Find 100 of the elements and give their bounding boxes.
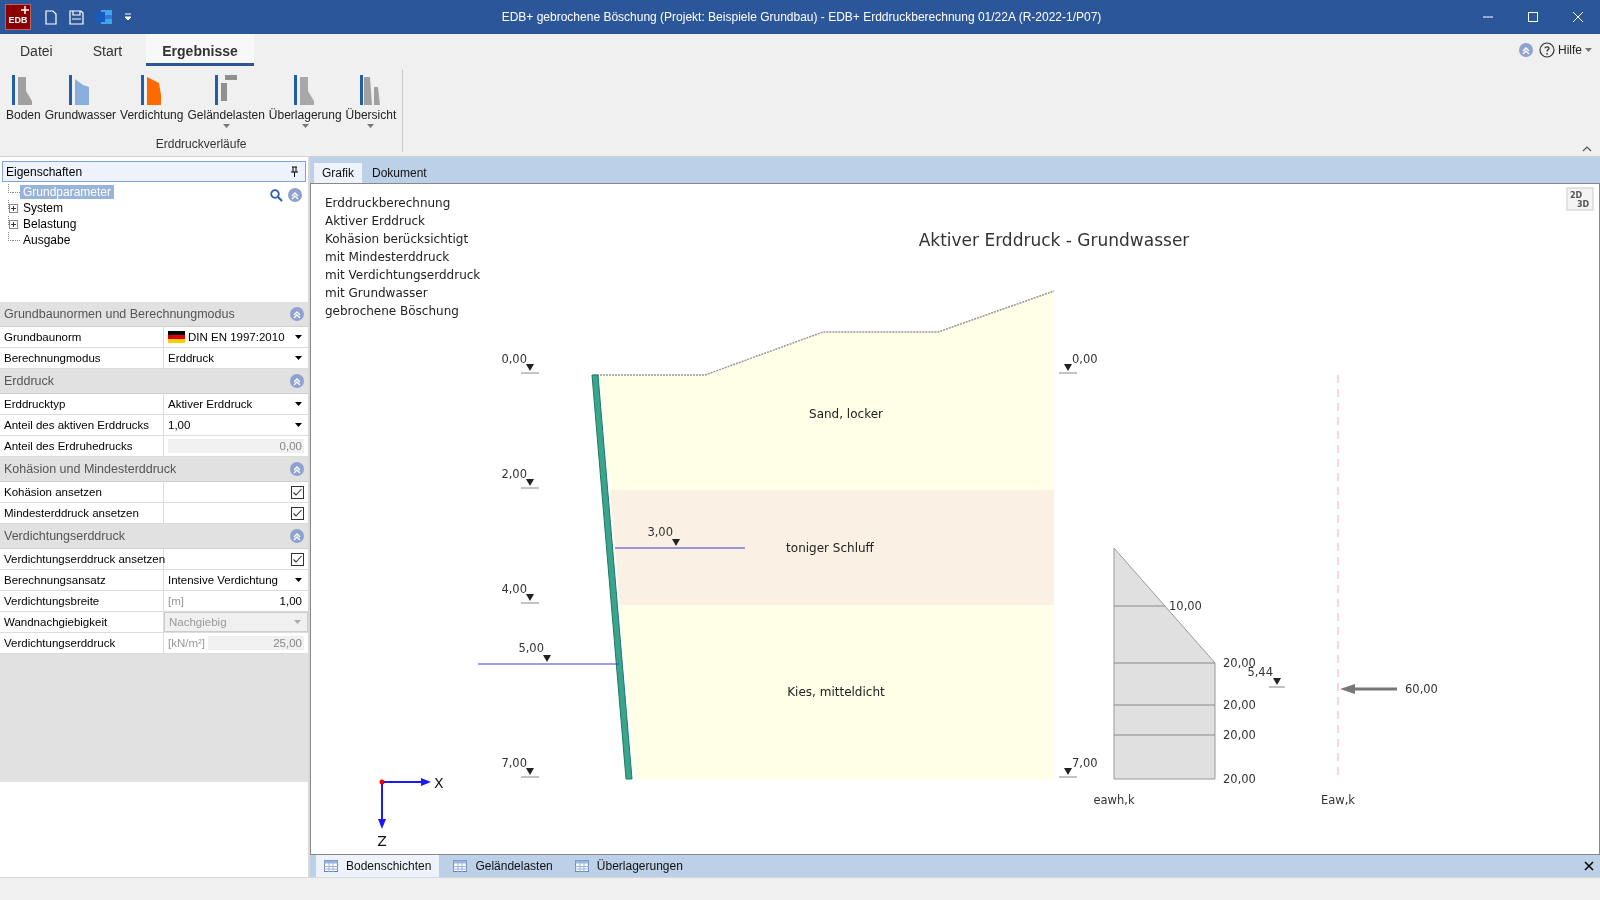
caret-icon [1585, 48, 1592, 52]
checkbox[interactable] [291, 506, 304, 520]
bottom-tab[interactable]: Geländelasten [445, 855, 561, 877]
axis-label: X [434, 775, 444, 791]
level-label: 2,00 [501, 467, 527, 481]
chart-title: Aktiver Erddruck - Grundwasser [918, 230, 1190, 250]
tree-item[interactable]: Belastung [20, 217, 80, 231]
pin-icon[interactable] [290, 166, 299, 177]
tree-item[interactable]: System [20, 201, 66, 215]
layer-label: Kies, mitteldicht [787, 685, 885, 699]
level-label: 7,00 [1072, 756, 1098, 770]
ribbon-button[interactable]: Überlagerung [266, 70, 344, 136]
view-mode-icon[interactable]: 2D 3D [1566, 187, 1594, 211]
level-label: 5,00 [518, 641, 544, 655]
collapse-ribbon-icon[interactable] [1519, 43, 1533, 57]
expand-icon[interactable] [9, 203, 18, 213]
chevron-up-icon[interactable] [1582, 146, 1592, 152]
close-icon [1571, 11, 1584, 23]
field-value: Intensive Verdichtung [168, 574, 279, 586]
info-text: gebrochene Böschung [325, 304, 459, 318]
group-label: Erddruckverläufe [155, 137, 247, 151]
level-label: 7,00 [501, 756, 527, 770]
water-level-marker [543, 655, 551, 662]
level-label: 3,00 [647, 525, 673, 539]
caret-icon [301, 124, 309, 128]
close-icon[interactable] [1584, 861, 1594, 871]
property-label: Mindesterddruck ansetzen [0, 503, 164, 523]
section-header[interactable]: Grundbaunormen und Berechnungmodus [0, 302, 308, 327]
dropdown-field[interactable]: Erddruck [164, 348, 308, 368]
window-title: EDB+ gebrochene Böschung (Projekt: Beispiele Grundbau) - EDB+ Erddruckberechnung 01/22A (R-2022-1/P07) [500, 10, 1103, 24]
diagram-label: Eaw,k [1321, 793, 1355, 807]
customize-caret-icon[interactable] [124, 13, 132, 21]
expand-icon[interactable] [9, 219, 18, 229]
pressure-diagram-icon [139, 74, 164, 106]
section-header[interactable]: Kohäsion und Mindesterddruck [0, 457, 308, 482]
collapse-icon[interactable] [290, 529, 304, 543]
pressure-value: 20,00 [1223, 698, 1256, 712]
field-value: 1,00 [168, 419, 192, 431]
field-value: DIN EN 1997:2010 [188, 331, 286, 343]
collapse-icon[interactable] [290, 374, 304, 388]
menu-tab[interactable]: Ergebnisse [146, 34, 254, 66]
view-tab[interactable]: Grafik [314, 163, 362, 183]
help-button[interactable]: Hilfe [1539, 42, 1592, 58]
ribbon-button[interactable]: Boden [4, 70, 43, 136]
section-title: Erddruck [4, 374, 55, 388]
caret-icon [295, 578, 302, 582]
ribbon-button[interactable]: Geländelasten [185, 70, 267, 136]
table-icon [324, 860, 338, 872]
dropdown-field[interactable]: Aktiver Erddruck [164, 394, 308, 414]
maximize-icon [1526, 11, 1539, 23]
info-text: mit Grundwasser [325, 286, 428, 300]
pressure-diagram-icon [358, 74, 383, 106]
document-icon[interactable] [96, 10, 112, 24]
section-title: Kohäsion und Mindesterddruck [4, 462, 177, 476]
pressure-value: 20,00 [1223, 772, 1256, 786]
level-marker [520, 594, 540, 604]
checkbox[interactable] [291, 485, 304, 499]
number-field[interactable]: [m] 1,00 [164, 594, 308, 608]
tree-item[interactable]: Ausgabe [20, 233, 74, 247]
caret-icon [295, 356, 302, 360]
field-value: Aktiver Erddruck [168, 398, 254, 410]
checkbox[interactable] [291, 552, 304, 566]
dropdown-field[interactable]: 1,00 [164, 415, 308, 435]
property-label: Berechnungsansatz [0, 570, 164, 590]
save-icon[interactable] [69, 9, 84, 25]
help-icon [1539, 42, 1555, 58]
collapse-icon[interactable] [290, 462, 304, 476]
collapse-icon[interactable] [290, 307, 304, 321]
field-value: Nachgiebig [169, 616, 228, 628]
caret-icon [295, 402, 302, 406]
ribbon-button[interactable]: Übersicht [343, 70, 399, 136]
table-icon [453, 860, 468, 872]
level-marker [1058, 364, 1078, 374]
section-header[interactable]: Verdichtungserddruck [0, 524, 308, 549]
level-label: 0,00 [1072, 352, 1098, 366]
menu-tab[interactable]: Start [92, 34, 123, 66]
dropdown-field[interactable]: Intensive Verdichtung [164, 570, 308, 590]
property-label: Kohäsion ansetzen [0, 482, 164, 502]
search-icon[interactable] [270, 188, 283, 202]
field-value: 25,00 [208, 636, 304, 650]
dropdown-field[interactable]: DIN EN 1997:2010 [164, 327, 308, 347]
bottom-tab[interactable]: Überlagerungen [566, 855, 691, 877]
property-label: Verdichtungserddruck [0, 633, 164, 653]
app-logo[interactable]: EDB [5, 4, 31, 30]
collapse-icon[interactable] [288, 188, 302, 202]
axis-label: Z [377, 833, 387, 849]
level-label: 4,00 [501, 582, 527, 596]
section-header[interactable]: Erddruck [0, 369, 308, 394]
layer-label: toniger Schluff [786, 541, 874, 555]
unit-label: [m] [168, 595, 184, 607]
pressure-value: 20,00 [1223, 728, 1256, 742]
menu-tab[interactable]: Datei [20, 34, 53, 66]
view-tab[interactable]: Dokument [364, 163, 435, 183]
new-document-icon[interactable] [45, 9, 57, 25]
bottom-tab[interactable]: Bodenschichten [316, 855, 440, 877]
info-text: Aktiver Erddruck [325, 214, 426, 228]
ribbon-button[interactable]: Grundwasser [42, 70, 119, 136]
unit-label: [kN/m²] [168, 637, 206, 649]
force-value: 60,00 [1405, 682, 1438, 696]
ribbon-button[interactable]: Verdichtung [118, 70, 186, 136]
